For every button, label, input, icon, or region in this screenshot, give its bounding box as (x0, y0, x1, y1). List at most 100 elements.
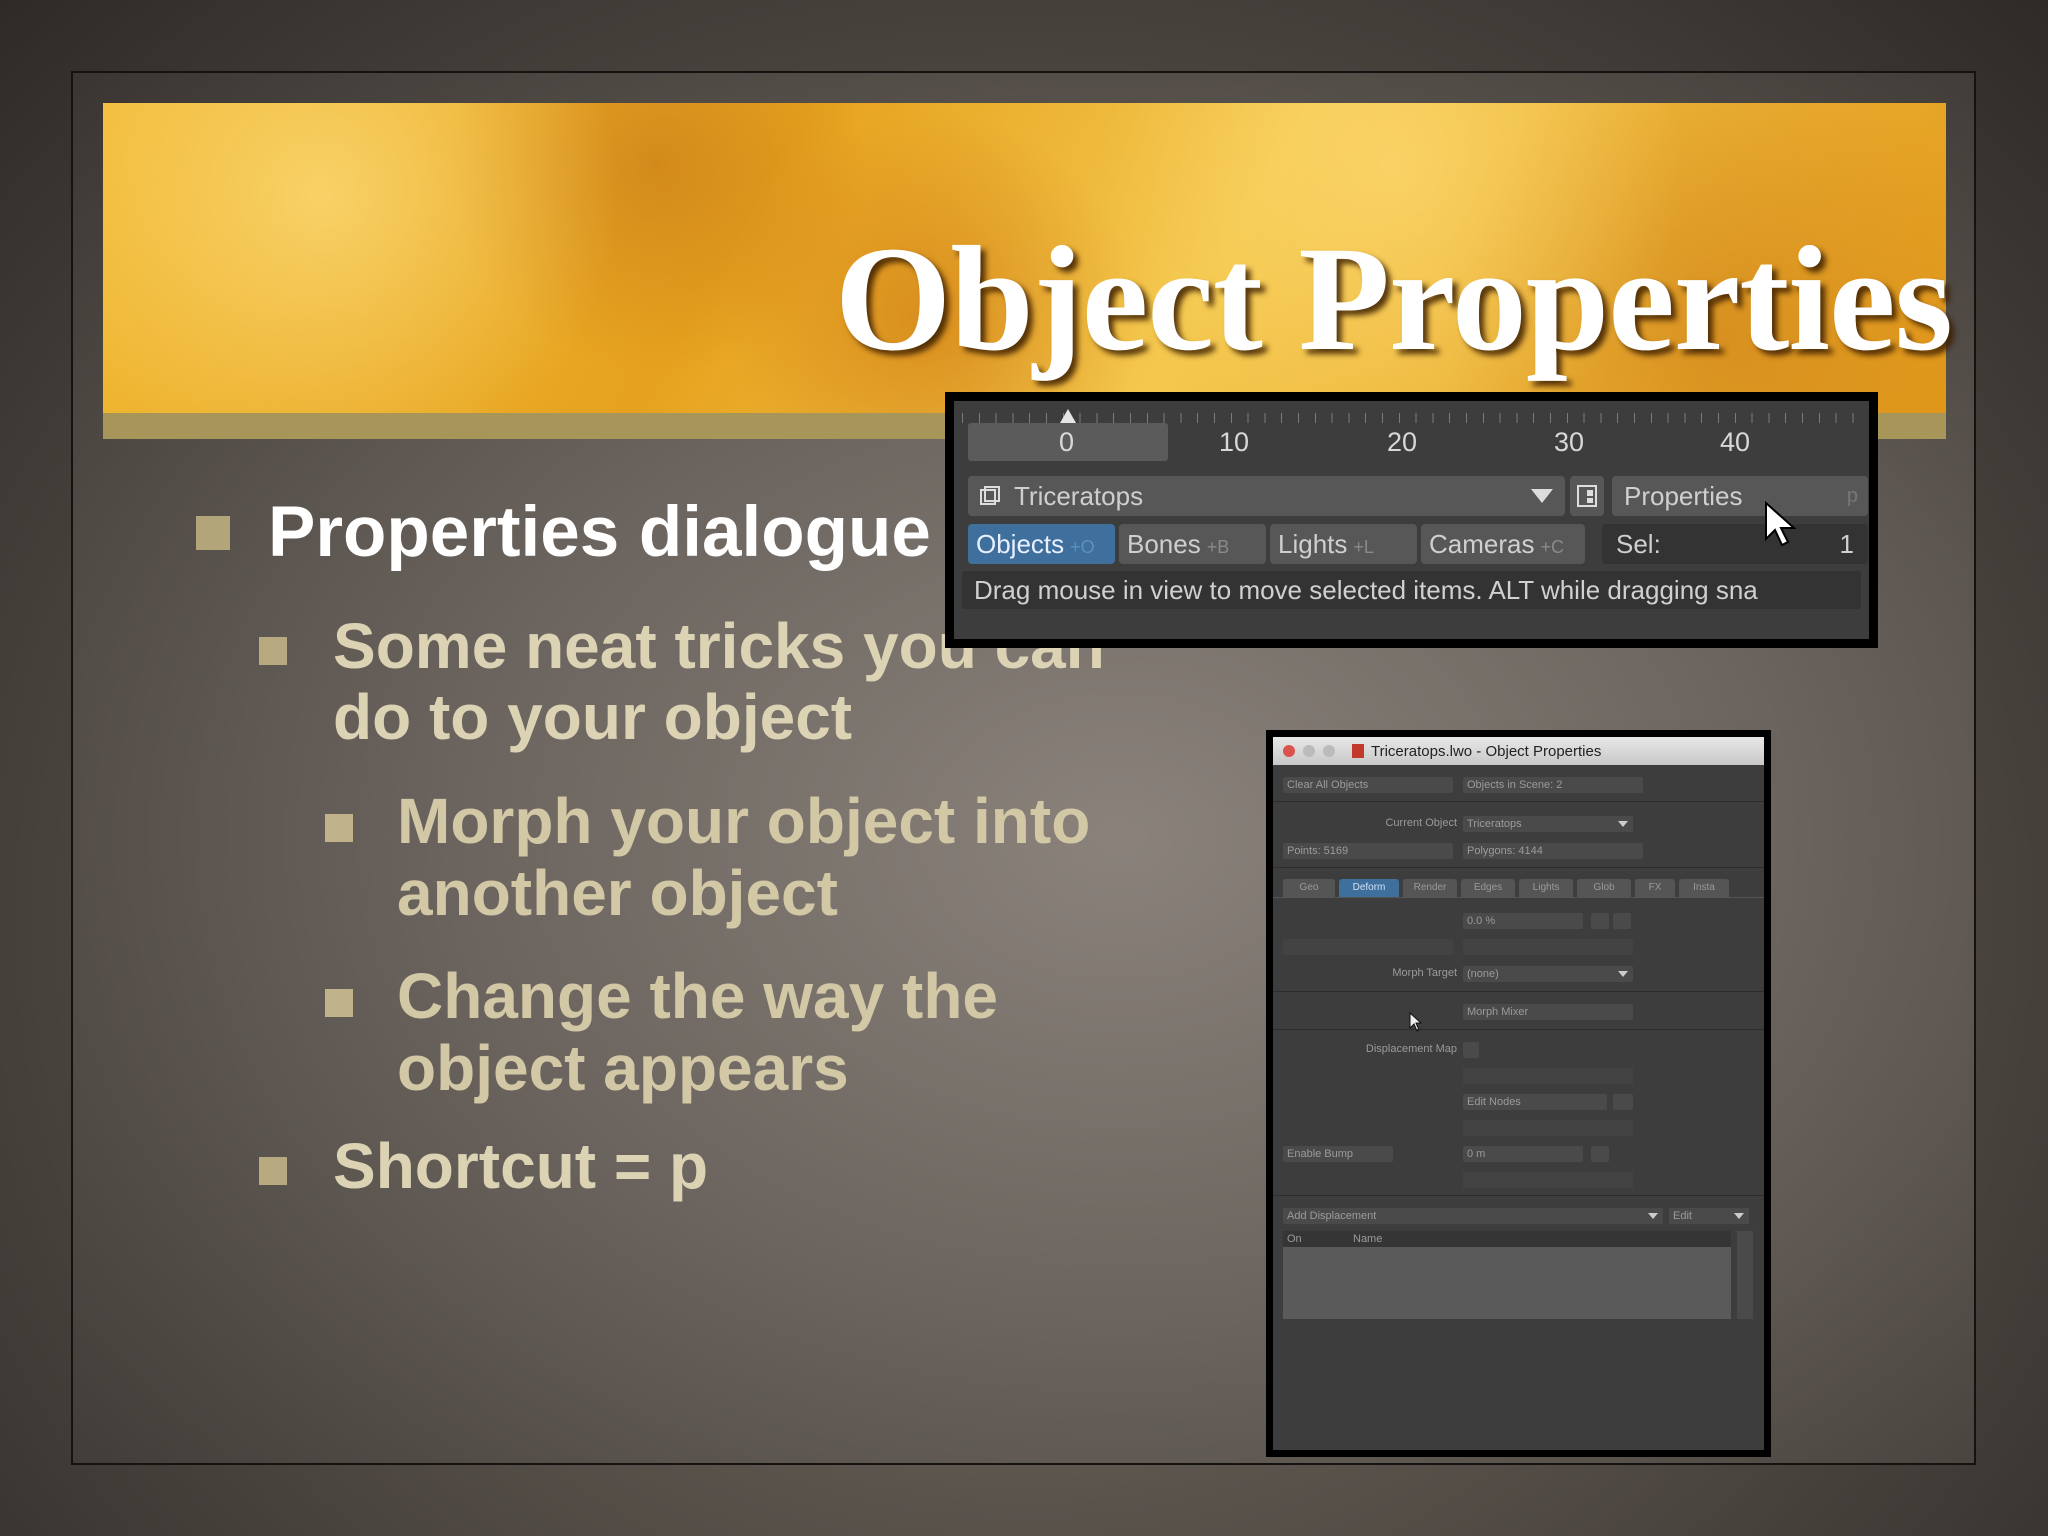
morph-envelope-button[interactable] (1613, 913, 1631, 929)
mode-hint: +B (1206, 537, 1230, 557)
panel-icon (1577, 485, 1597, 507)
tick-label: 0 (1059, 427, 1075, 457)
points-count: Points: 5169 (1283, 843, 1453, 859)
tab-edges[interactable]: Edges (1461, 879, 1515, 897)
properties-shortcut: p (1846, 485, 1858, 507)
objects-in-scene: Objects in Scene: 2 (1463, 777, 1643, 793)
displacement-map-order-dropdown[interactable] (1463, 1068, 1633, 1084)
mode-lights-button[interactable]: Lights +L (1270, 524, 1417, 564)
displacement-map-label: Displacement Map (1365, 1043, 1457, 1055)
properties-button[interactable]: Properties p (1612, 476, 1868, 516)
bullet-square-icon (325, 989, 353, 1018)
chevron-down-icon (1618, 821, 1628, 827)
item-row: Triceratops Properties p (962, 476, 1868, 516)
chevron-down-icon (1734, 1213, 1744, 1219)
enable-bump-checkbox[interactable]: Enable Bump (1283, 1146, 1393, 1162)
edit-label: Edit (1673, 1210, 1692, 1222)
object-icon (980, 486, 1000, 505)
tab-underline (1273, 897, 1764, 898)
mode-hint: +L (1353, 537, 1374, 557)
add-displacement-dropdown[interactable]: Add Displacement (1283, 1208, 1663, 1224)
edit-dropdown[interactable]: Edit (1669, 1208, 1749, 1224)
minimize-icon[interactable] (1303, 745, 1315, 757)
divider (1273, 1029, 1764, 1030)
mode-label: Objects (976, 529, 1065, 559)
mode-label: Cameras (1429, 529, 1535, 559)
chevron-down-icon (1618, 971, 1628, 977)
divider (1273, 801, 1764, 802)
bullet-level2: Shortcut = p (133, 1130, 1113, 1203)
mode-bones-button[interactable]: Bones +B (1119, 524, 1266, 564)
timeline-screenshot: 0 10 20 30 40 Triceratops Properties p O… (945, 392, 1878, 648)
tick-label: 20 (1387, 427, 1418, 457)
multi-target-checkbox[interactable] (1463, 939, 1633, 955)
morph-target-dropdown[interactable]: (none) (1463, 966, 1633, 982)
bullet-text: Change the way the object appears (397, 960, 998, 1104)
tab-global[interactable]: Glob (1577, 879, 1631, 897)
tab-geometry[interactable]: Geo (1283, 879, 1335, 897)
morph-amount-field[interactable]: 0.0 % (1463, 913, 1583, 929)
properties-window-screenshot: Triceratops.lwo - Object Properties Clea… (1266, 730, 1771, 1457)
tick-label: 40 (1720, 427, 1751, 457)
morph-mixer-button[interactable]: Morph Mixer (1463, 1004, 1633, 1020)
bullet-square-icon (196, 516, 230, 550)
bump-distance-field[interactable]: 0 m (1463, 1146, 1583, 1162)
polygons-count: Polygons: 4144 (1463, 843, 1643, 859)
zoom-icon[interactable] (1323, 745, 1335, 757)
close-icon[interactable] (1283, 745, 1295, 757)
mouse-cursor-icon (1765, 501, 1797, 547)
divider (1273, 1195, 1764, 1196)
tab-fx[interactable]: FX (1635, 879, 1675, 897)
clear-all-objects-button[interactable]: Clear All Objects (1283, 777, 1453, 793)
current-object-dropdown[interactable]: Triceratops (1463, 816, 1633, 832)
list-header: On Name (1283, 1231, 1731, 1247)
tab-deform[interactable]: Deform (1339, 879, 1399, 897)
tab-render[interactable]: Render (1403, 879, 1457, 897)
bullet-level3: Morph your object into another object (133, 784, 1123, 929)
window-titlebar[interactable]: Triceratops.lwo - Object Properties (1273, 737, 1764, 765)
properties-button-label: Properties (1624, 481, 1743, 511)
displacement-list[interactable] (1283, 1247, 1731, 1319)
mode-cameras-button[interactable]: Cameras +C (1421, 524, 1585, 564)
current-object-label: Current Object (1385, 817, 1457, 829)
bullet-level3: Change the way the object appears (133, 960, 1123, 1104)
item-selector-value: Triceratops (1014, 481, 1144, 511)
mode-objects-button[interactable]: Objects +O (968, 524, 1115, 564)
bullet-text: Morph your object into another object (397, 784, 1091, 929)
bullet-square-icon (325, 813, 353, 842)
list-scrollbar[interactable] (1737, 1231, 1753, 1319)
morph-envelope-button[interactable] (1591, 913, 1609, 929)
timeline-ruler[interactable]: 0 10 20 30 40 (962, 409, 1861, 461)
window-title: Triceratops.lwo - Object Properties (1371, 743, 1602, 760)
status-bar: Drag mouse in view to move selected item… (962, 571, 1861, 609)
sel-label: Sel: (1616, 529, 1661, 559)
edit-nodes-button[interactable]: Edit Nodes (1463, 1094, 1607, 1110)
bump-envelope-button[interactable] (1591, 1146, 1609, 1162)
divider (1273, 991, 1764, 992)
playhead-icon[interactable] (1060, 409, 1076, 423)
displacement-map-button[interactable] (1463, 1042, 1479, 1058)
tab-instance[interactable]: Insta (1679, 879, 1729, 897)
item-selector-dropdown[interactable]: Triceratops (968, 476, 1565, 516)
morph-surfaces-checkbox[interactable] (1283, 939, 1453, 955)
chevron-down-icon (1531, 489, 1553, 503)
bullet-square-icon (259, 636, 287, 665)
tick-label: 30 (1554, 427, 1585, 457)
node-displacement-order-dropdown[interactable] (1463, 1120, 1633, 1136)
mode-label: Lights (1278, 529, 1348, 559)
mode-hint: +C (1540, 537, 1564, 557)
column-on: On (1287, 1233, 1302, 1245)
current-object-value: Triceratops (1467, 818, 1522, 830)
node-toggle-checkbox[interactable] (1613, 1094, 1633, 1110)
bump-displacement-order-dropdown[interactable] (1463, 1172, 1633, 1188)
file-icon (1352, 744, 1364, 758)
ruler-ticks (962, 413, 1861, 423)
selection-count: Sel: 1 (1602, 524, 1868, 564)
chevron-down-icon (1648, 1213, 1658, 1219)
divider (1273, 867, 1764, 868)
bullet-square-icon (259, 1156, 287, 1185)
tick-label: 10 (1219, 427, 1250, 457)
item-options-button[interactable] (1570, 476, 1604, 516)
tab-lights[interactable]: Lights (1519, 879, 1573, 897)
morph-target-label: Morph Target (1392, 967, 1457, 979)
